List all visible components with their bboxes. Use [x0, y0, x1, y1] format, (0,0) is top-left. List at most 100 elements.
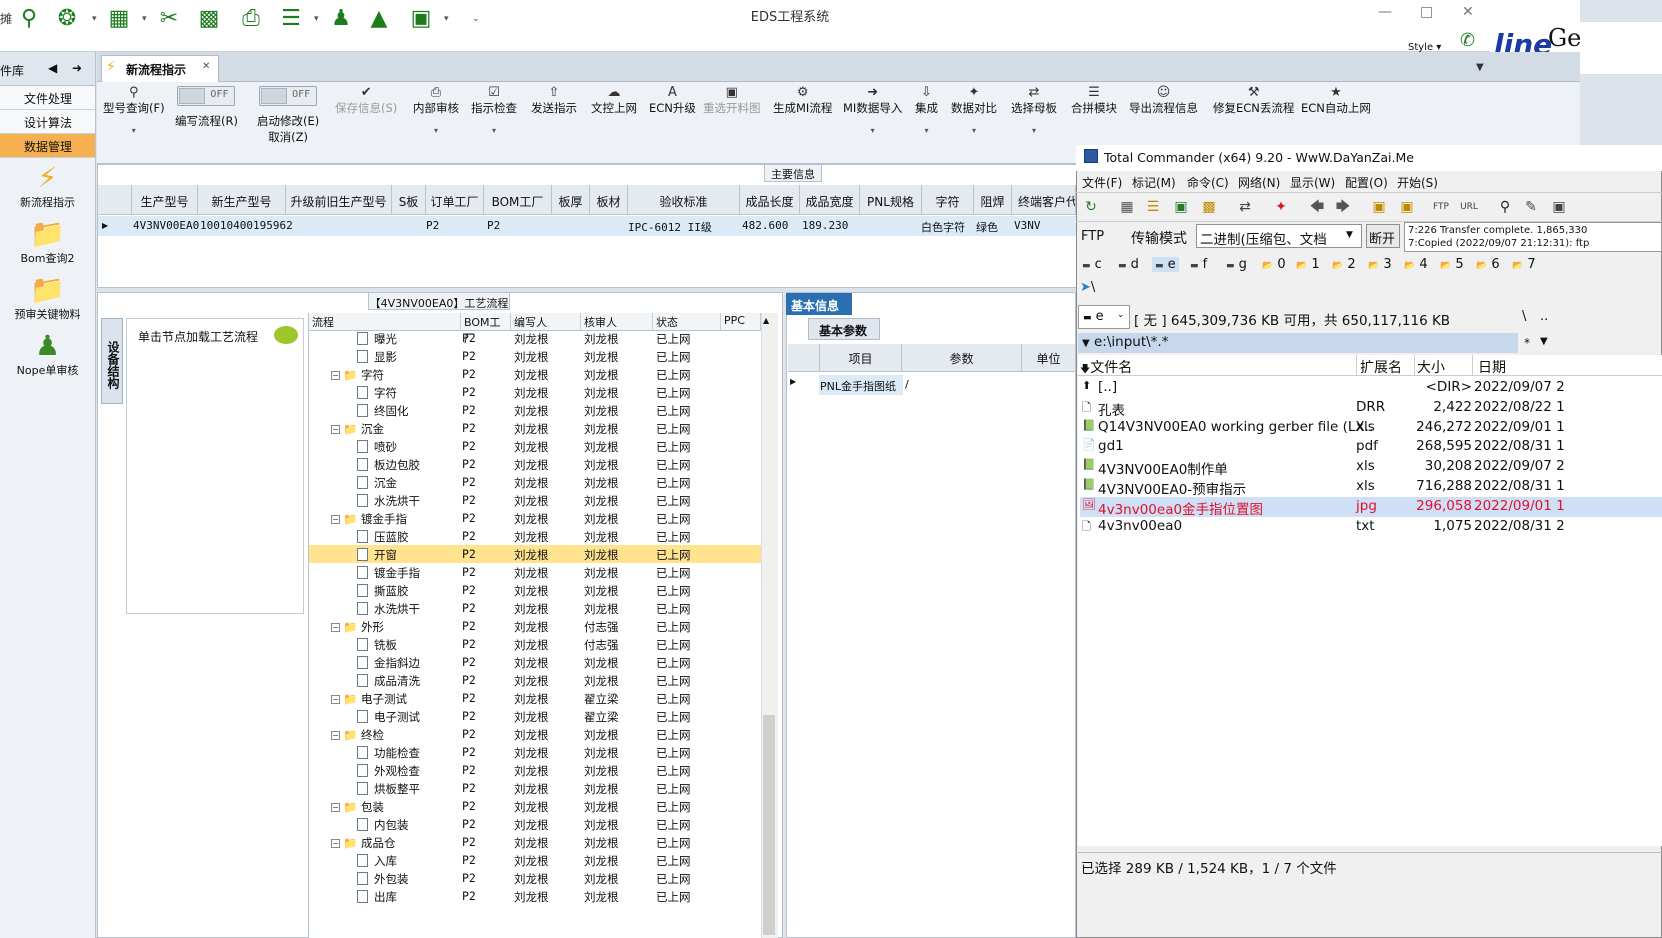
parent-button[interactable]: .. — [1540, 309, 1548, 324]
table-row[interactable]: 沉金 P2 刘龙根 刘龙根 已上网 — [309, 473, 761, 491]
nav-nope-review[interactable]: ♟ Nope单审核 — [0, 330, 95, 382]
table-row[interactable]: − 📁 字符 P2 刘龙根 刘龙根 已上网 — [309, 365, 761, 383]
scrollbar-thumb[interactable] — [763, 715, 775, 935]
tree-node[interactable]: 外包装 — [357, 871, 409, 887]
forward-icon[interactable]: 🡆 — [1334, 198, 1352, 216]
table-row[interactable]: 喷砂 P2 刘龙根 刘龙根 已上网 — [309, 437, 761, 455]
col-header[interactable]: 成品宽度 — [800, 185, 860, 215]
tree-node[interactable]: − 📁 电子测试 — [331, 691, 407, 707]
file-row[interactable]: 🗋 孔表 DRR 2,422 2022/08/22 1 — [1080, 398, 1662, 419]
sidebar-item-file[interactable]: 文件处理 — [0, 86, 95, 110]
brief-view-icon[interactable]: ▦ — [1118, 198, 1136, 216]
ecn-upgrade-button[interactable]: A ECN升级 — [649, 86, 696, 116]
tree-node[interactable]: − 📁 终检 — [331, 727, 384, 743]
col-header[interactable]: 验收标准 — [628, 185, 740, 215]
cell[interactable]: P2 — [487, 216, 500, 236]
table-row[interactable]: − 📁 终检 P2 刘龙根 刘龙根 已上网 — [309, 725, 761, 743]
col-header[interactable]: 参数 — [902, 344, 1022, 372]
disconnect-button[interactable]: 断开 — [1366, 224, 1400, 248]
model-query-button[interactable]: ⚲ 型号查询(F) ▾ — [103, 86, 165, 136]
find-icon[interactable]: ⚲ — [1496, 198, 1514, 216]
tree-node[interactable]: 开窗 — [357, 547, 397, 563]
cell[interactable]: 4V3NV00EA0 — [133, 216, 199, 236]
menu-command[interactable]: 命令(C) — [1187, 174, 1229, 191]
tree-node[interactable]: 镀金手指 — [357, 565, 420, 581]
tree-node[interactable]: 出库 — [357, 889, 397, 905]
file-row[interactable]: 📄 gd1 pdf 268,595 2022/08/31 1 — [1080, 437, 1662, 457]
table-row[interactable]: 电子测试 P2 刘龙根 翟立梁 已上网 — [309, 707, 761, 725]
table-row[interactable]: 出库 P2 刘龙根 刘龙根 已上网 — [309, 887, 761, 905]
tab-new-flow[interactable]: ⚡ 新流程指示 ✕ — [101, 55, 219, 83]
col-ext[interactable]: 扩展名 — [1360, 357, 1402, 377]
tree-node[interactable]: 字符 — [357, 385, 397, 401]
cell[interactable]: 482.600 — [742, 216, 788, 236]
cell[interactable]: 绿色 — [976, 216, 998, 236]
tree-node[interactable]: − 📁 沉金 — [331, 421, 384, 437]
sidebar-item-algorithm[interactable]: 设计算法 — [0, 110, 95, 134]
tree-node[interactable]: 曝光 — [357, 331, 397, 347]
table-row[interactable]: 显影 P2 刘龙根 刘龙根 已上网 — [309, 347, 761, 365]
write-flow-toggle[interactable]: OFF 编写流程(R) — [175, 86, 238, 129]
integrate-button[interactable]: ⇩ 集成 ▾ — [915, 86, 938, 136]
rename-icon[interactable]: ✎ — [1522, 198, 1540, 216]
drive-button-2[interactable]: 📂 2 — [1332, 257, 1356, 272]
col-header[interactable]: 新生产型号 — [198, 185, 286, 215]
tree-node[interactable]: 内包装 — [357, 817, 409, 833]
tree-node[interactable]: 喷砂 — [357, 439, 397, 455]
table-row[interactable]: 水洗烘干 P2 刘龙根 刘龙根 已上网 — [309, 491, 761, 509]
table-row[interactable]: − 📁 沉金 P2 刘龙根 刘龙根 已上网 — [309, 419, 761, 437]
cell[interactable]: / — [905, 378, 909, 391]
drive-button-g[interactable]: ▬ g — [1226, 257, 1247, 272]
ecn-auto-button[interactable]: ★ ECN自动上网 — [1301, 86, 1371, 116]
tree-node[interactable]: 沉金 — [357, 475, 397, 491]
col-header[interactable]: 升级前旧生产型号 — [286, 185, 392, 215]
menu-config[interactable]: 配置(O) — [1345, 174, 1388, 191]
menu-start[interactable]: 开始(S) — [1397, 174, 1438, 191]
refresh-icon[interactable]: ↻ — [1082, 198, 1100, 216]
save-info-button[interactable]: ✔ 保存信息(S) — [335, 86, 397, 116]
tree-node[interactable]: 水洗烘干 — [357, 601, 420, 617]
unpack-icon[interactable]: ▣ — [1398, 198, 1416, 216]
drive-button-c[interactable]: ▬ c — [1082, 257, 1102, 272]
col-header[interactable]: 板材 — [590, 185, 628, 215]
tree-node[interactable]: 压蓝胶 — [357, 529, 409, 545]
minimize-icon[interactable]: — — [1378, 4, 1392, 20]
compare-button[interactable]: ✦ 数据对比 ▾ — [951, 86, 997, 136]
pack-icon[interactable]: ▣ — [1370, 198, 1388, 216]
table-row[interactable]: 内包装 P2 刘龙根 刘龙根 已上网 — [309, 815, 761, 833]
collapse-icon[interactable]: − — [331, 695, 340, 704]
collapse-icon[interactable]: − — [331, 425, 340, 434]
tree-node[interactable]: 金指斜边 — [357, 655, 420, 671]
sidebar-item-data[interactable]: 数据管理 — [0, 134, 95, 158]
thumbnail-icon[interactable]: ▣ — [1172, 198, 1190, 216]
drive-button-6[interactable]: 📂 6 — [1476, 257, 1500, 272]
collapse-icon[interactable]: − — [331, 371, 340, 380]
collapse-icon[interactable]: − — [331, 839, 340, 848]
drive-button-e[interactable]: ▬ e — [1152, 257, 1179, 272]
tab-menu-icon[interactable]: ▼ — [1476, 62, 1484, 73]
table-row[interactable]: 外包装 P2 刘龙根 刘龙根 已上网 — [309, 869, 761, 887]
file-row[interactable]: 📗 Q14V3NV00EA0 working gerber file (LX.. x… — [1080, 418, 1662, 438]
drive-select[interactable]: ▬ e ⌄ — [1078, 305, 1130, 329]
table-row[interactable]: 镀金手指 P2 刘龙根 刘龙根 已上网 — [309, 563, 761, 581]
col-header[interactable]: PNL规格 — [860, 185, 922, 215]
toggle-switch[interactable]: OFF — [259, 86, 318, 106]
tree-node[interactable]: 电子测试 — [357, 709, 420, 725]
table-row[interactable]: 烘板整平 P2 刘龙根 刘龙根 已上网 — [309, 779, 761, 797]
tree-node[interactable]: 入库 — [357, 853, 397, 869]
tree-node[interactable]: 撕蓝胶 — [357, 583, 409, 599]
col-header[interactable]: 字符 — [922, 185, 974, 215]
drive-button-d[interactable]: ▬ d — [1118, 257, 1139, 272]
maximize-icon[interactable]: □ — [1420, 4, 1433, 20]
mi-import-button[interactable]: ➜ MI数据导入 ▾ — [843, 86, 902, 136]
cell[interactable]: 白色字符 — [921, 216, 965, 236]
col-date[interactable]: 日期 — [1478, 357, 1506, 377]
table-row[interactable]: − 📁 包装 P2 刘龙根 刘龙根 已上网 — [309, 797, 761, 815]
internal-review-button[interactable]: ⎙ 内部审核 ▾ — [413, 86, 459, 136]
start-modify-toggle[interactable]: OFF 启动修改(E) 取消(Z) — [257, 86, 319, 145]
table-row[interactable]: 曝光 P2 刘龙根 刘龙根 已上网 — [309, 329, 761, 347]
scroll-up-icon[interactable]: ▲ — [763, 316, 769, 325]
menu-view[interactable]: 显示(W) — [1290, 174, 1335, 191]
gen-mi-button[interactable]: ⚙ 生成MI流程 — [773, 86, 832, 116]
url-icon[interactable]: URL — [1460, 198, 1478, 216]
